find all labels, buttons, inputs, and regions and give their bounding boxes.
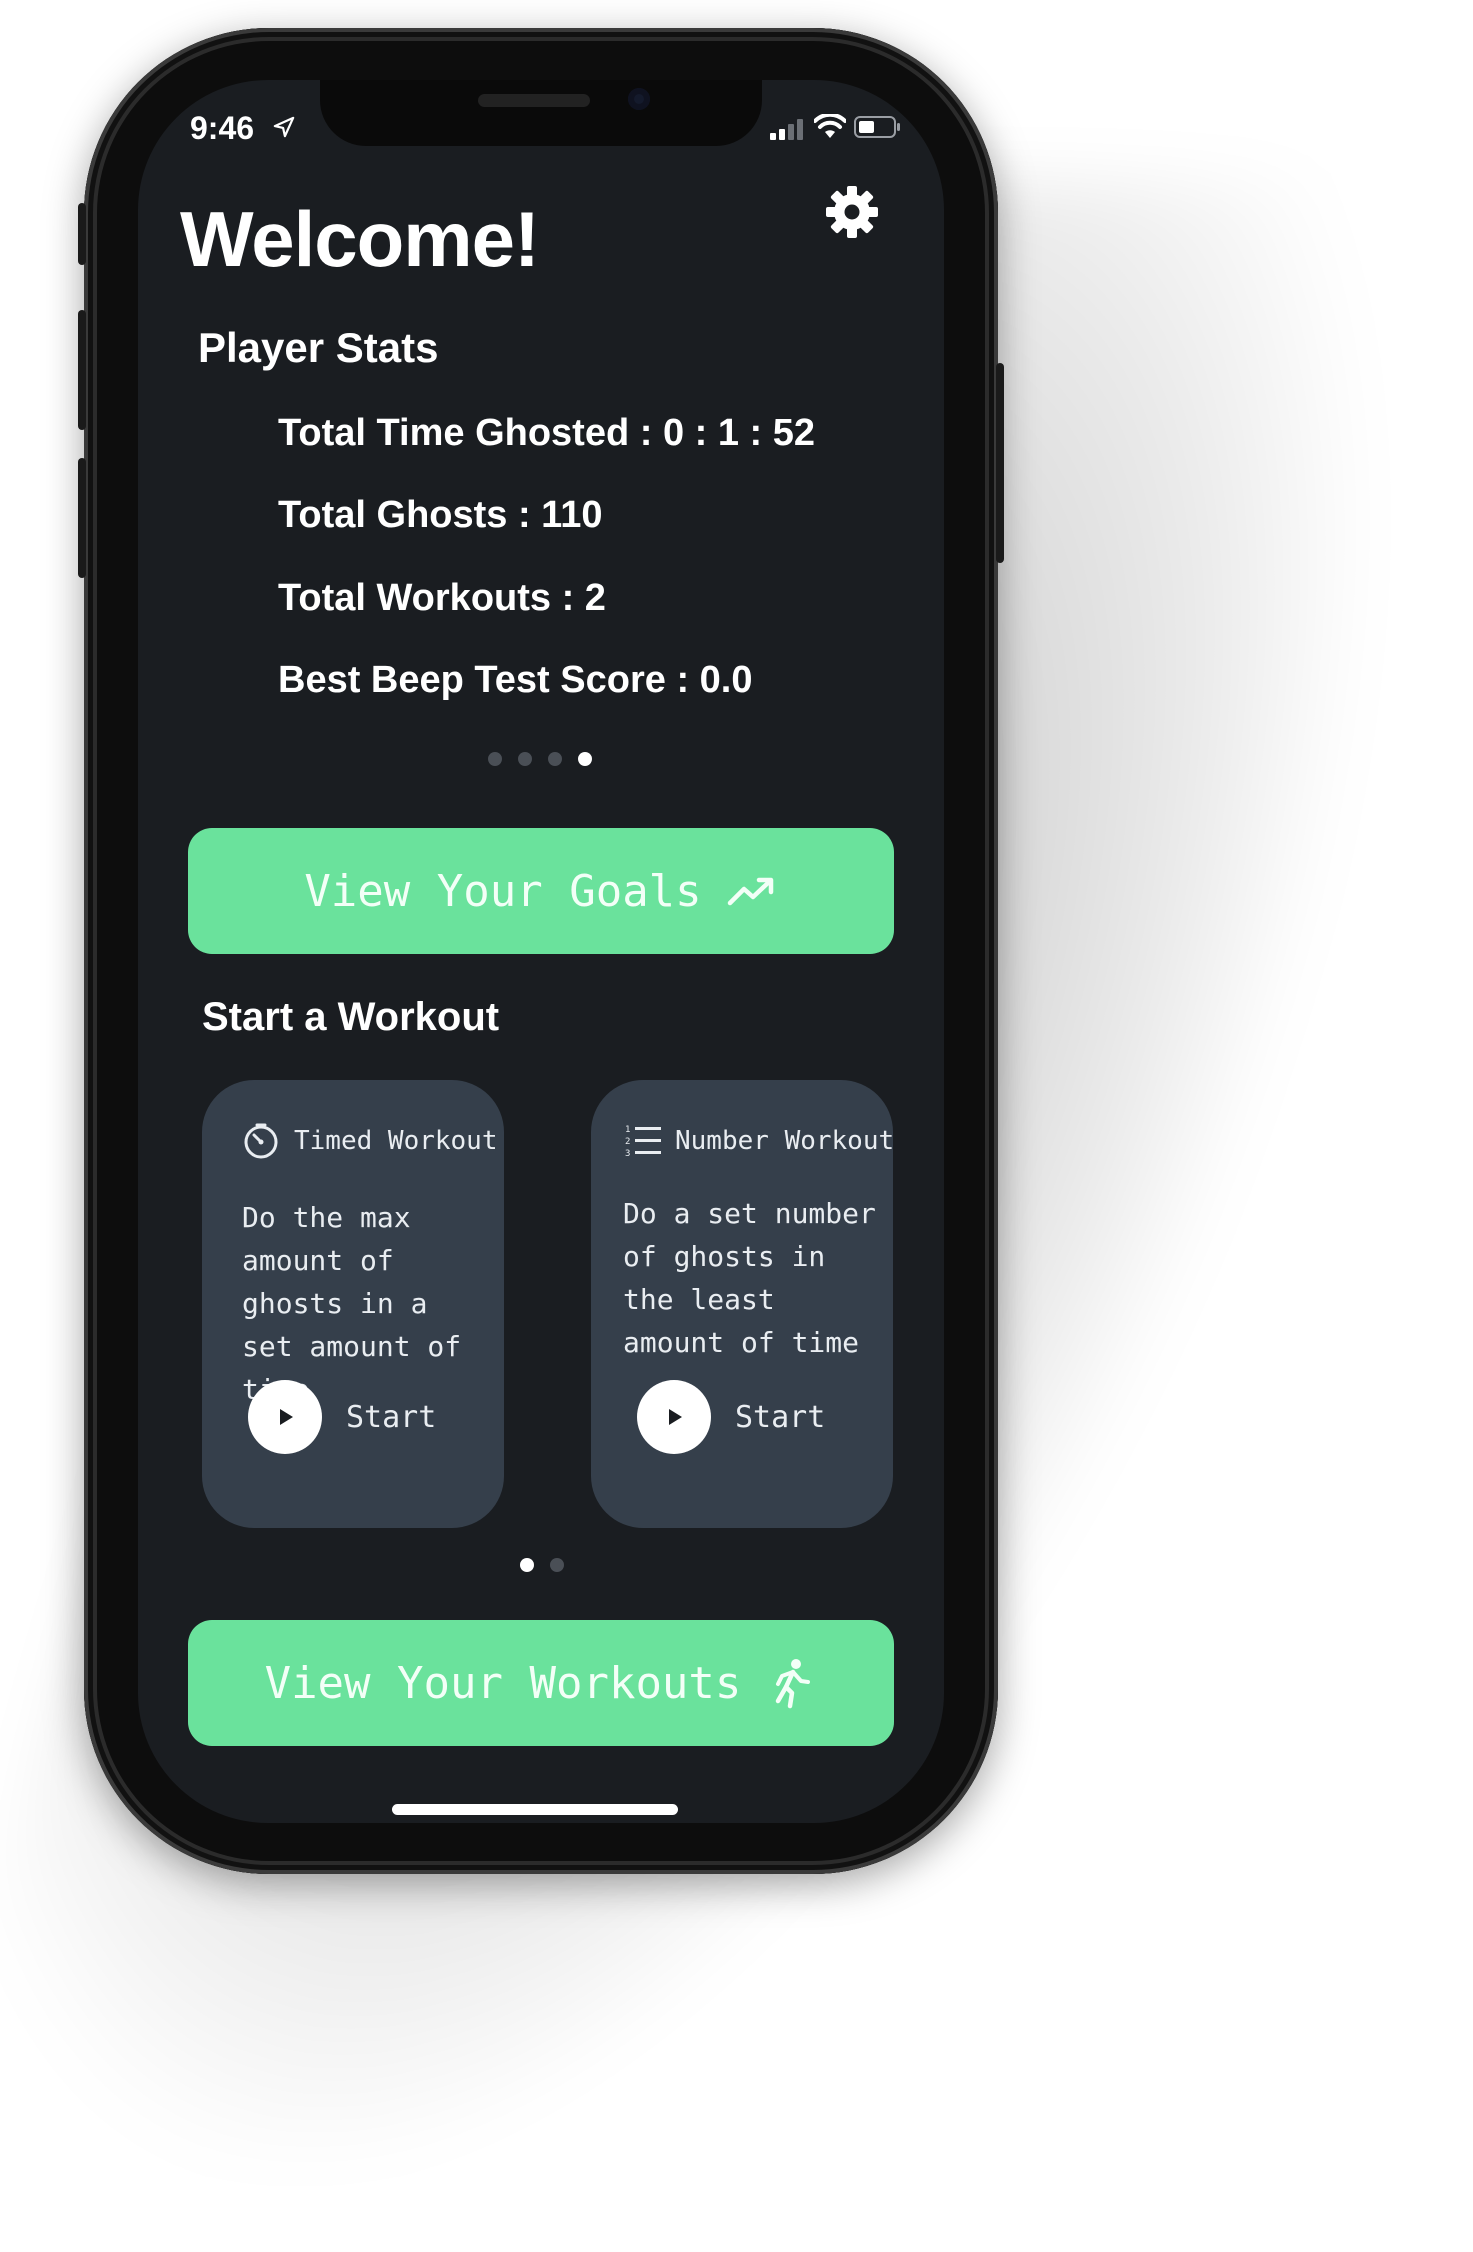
location-arrow-icon [273, 116, 295, 138]
volume-up-button [78, 310, 86, 430]
notch [320, 80, 762, 146]
running-person-icon [776, 1659, 811, 1709]
start-label: Start [346, 1399, 437, 1435]
card-description: Do the max amount of ghosts in a set amo… [242, 1201, 462, 1406]
app-screen: 9:46 Welcome! Player Stats Total Time Gh… [138, 80, 944, 1823]
stat-total-ghosts: Total Ghosts : 110 [278, 494, 603, 536]
stats-page-indicator[interactable] [488, 752, 592, 766]
speaker [478, 94, 590, 107]
start-workout-heading: Start a Workout [202, 995, 500, 1039]
number-workout-card[interactable]: 1 2 3 Number Workout Do a set number of … [591, 1080, 895, 1528]
start-number-workout-button[interactable]: Start [637, 1380, 825, 1454]
stat-total-time: Total Time Ghosted : 0 : 1 : 52 [278, 412, 816, 454]
play-icon[interactable] [637, 1380, 711, 1454]
view-goals-button[interactable]: View Your Goals [188, 828, 894, 954]
mute-switch [78, 203, 86, 265]
settings-gear-icon[interactable] [824, 184, 880, 240]
workout-page-indicator[interactable] [520, 1558, 564, 1572]
status-time: 9:46 [190, 110, 255, 146]
power-button [996, 363, 1004, 563]
play-icon[interactable] [248, 1380, 322, 1454]
svg-text:3: 3 [625, 1149, 630, 1159]
svg-text:1: 1 [625, 1125, 630, 1135]
volume-down-button [78, 458, 86, 578]
page-dot[interactable] [518, 752, 532, 766]
player-stats-heading: Player Stats [198, 324, 439, 371]
stat-best-beep-test: Best Beep Test Score : 0.0 [278, 659, 753, 701]
battery-icon [854, 116, 900, 138]
cellular-signal-icon [770, 119, 803, 140]
start-timed-workout-button[interactable]: Start [248, 1380, 436, 1454]
page-dot-active[interactable] [578, 752, 592, 766]
numbered-list-icon: 1 2 3 [625, 1125, 661, 1159]
start-label: Start [735, 1399, 826, 1435]
timer-icon [244, 1123, 278, 1159]
card-title: Number Workout [675, 1126, 895, 1156]
trending-up-icon [727, 877, 773, 906]
timed-workout-card[interactable]: Timed Workout Do the max amount of ghost… [202, 1080, 504, 1528]
card-title: Timed Workout [294, 1126, 498, 1156]
home-indicator[interactable] [392, 1804, 678, 1815]
stat-total-workouts: Total Workouts : 2 [278, 577, 606, 619]
card-description: Do a set number of ghosts in the least a… [623, 1197, 876, 1359]
page-dot[interactable] [548, 752, 562, 766]
view-goals-label: View Your Goals [304, 865, 702, 917]
page-title: Welcome! [180, 195, 540, 283]
wifi-icon [814, 114, 846, 138]
page-dot-active[interactable] [520, 1558, 534, 1572]
svg-text:2: 2 [625, 1137, 630, 1147]
page-dot[interactable] [550, 1558, 564, 1572]
page-dot[interactable] [488, 752, 502, 766]
view-workouts-button[interactable]: View Your Workouts [188, 1620, 894, 1746]
view-workouts-label: View Your Workouts [264, 1657, 742, 1709]
front-camera [628, 88, 650, 110]
